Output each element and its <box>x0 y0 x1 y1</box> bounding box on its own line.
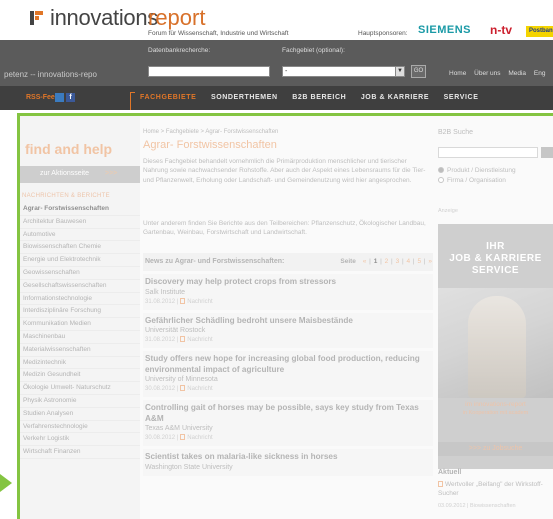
sponsor-siemens-logo[interactable]: SIEMENS <box>418 24 471 36</box>
browser-site-title: petenz -- innovations-repo <box>4 70 97 79</box>
sponsor-ntv-logo[interactable]: n-tv <box>490 23 512 37</box>
logo-text-report[interactable]: report <box>148 5 205 31</box>
facebook-icon[interactable]: f <box>66 93 75 102</box>
field-filter-label: Fachgebiet (optional): <box>282 47 345 54</box>
database-search-label: Datenbankrecherche: <box>148 47 211 54</box>
top-nav-media[interactable]: Media <box>508 70 526 77</box>
nav-active-bracket <box>130 92 135 110</box>
nav-item-jobs[interactable]: JOB & KARRIERE <box>361 94 429 101</box>
main-nav-band: RSS-Feed f FACHGEBIETE SONDERTHEMEN B2B … <box>0 86 553 110</box>
search-go-button[interactable]: GO <box>411 65 426 78</box>
logo-text-innovations[interactable]: innovations <box>50 5 158 31</box>
field-select[interactable]: - ▼ <box>282 66 405 77</box>
top-nav: Home Über uns Media Eng <box>449 70 551 77</box>
logo-mark-icon[interactable] <box>30 11 43 25</box>
top-nav-about[interactable]: Über uns <box>474 70 500 77</box>
nav-item-service[interactable]: SERVICE <box>444 94 479 101</box>
top-nav-english[interactable]: Eng <box>534 70 546 77</box>
arrow-right-icon <box>0 474 12 492</box>
sponsor-postbank-logo[interactable]: Postbank <box>526 26 553 37</box>
search-band: petenz -- innovations-repo Datenbankrech… <box>0 40 553 86</box>
nav-item-sonderthemen[interactable]: SONDERTHEMEN <box>211 94 278 101</box>
field-select-value: - <box>285 68 288 75</box>
nav-item-fachgebiete[interactable]: FACHGEBIETE <box>140 94 196 101</box>
rss-icon[interactable] <box>55 93 64 102</box>
main-nav: FACHGEBIETE SONDERTHEMEN B2B BEREICH JOB… <box>140 94 490 101</box>
chevron-down-icon[interactable]: ▼ <box>395 67 404 76</box>
highlight-frame <box>17 113 553 519</box>
database-search-input[interactable] <box>148 66 270 77</box>
site-tagline: Forum für Wissenschaft, Industrie und Wi… <box>148 30 289 37</box>
nav-item-b2b[interactable]: B2B BEREICH <box>292 94 346 101</box>
site-header: innovations report Forum für Wissenschaf… <box>0 0 553 40</box>
top-nav-home[interactable]: Home <box>449 70 466 77</box>
sponsor-label: Hauptsponsoren: <box>358 30 408 37</box>
